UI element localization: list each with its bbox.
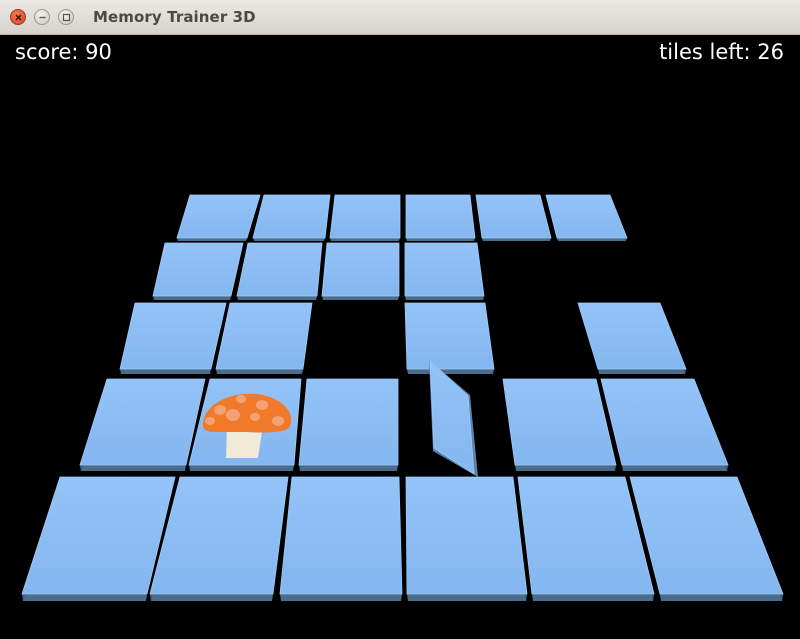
memory-tile[interactable]: [329, 194, 401, 241]
tile-edge: [237, 296, 317, 300]
tile-face: [545, 194, 628, 239]
memory-tile[interactable]: [475, 194, 552, 241]
memory-tile[interactable]: [21, 476, 176, 601]
tile-face: [600, 378, 729, 466]
flipping-tile-face: [429, 360, 475, 475]
tile-edge: [405, 296, 484, 300]
memory-tile[interactable]: [321, 242, 400, 300]
tile-edge: [515, 465, 616, 471]
mushroom-spot: [226, 409, 240, 421]
memory-tile[interactable]: [600, 378, 729, 471]
memory-tile[interactable]: [502, 378, 617, 471]
mushroom-spot: [250, 413, 260, 421]
memory-tile[interactable]: [215, 302, 313, 374]
game-scene[interactable]: [0, 35, 800, 635]
tile-edge: [330, 238, 400, 241]
memory-tile[interactable]: [252, 194, 331, 241]
memory-tile[interactable]: [405, 194, 476, 241]
maximize-icon: [62, 13, 71, 22]
tile-board[interactable]: [0, 35, 800, 635]
memory-tile[interactable]: [152, 242, 244, 300]
mushroom-spot: [205, 417, 215, 425]
tile-edge: [299, 465, 398, 471]
memory-tile[interactable]: [404, 302, 495, 374]
tile-edge: [153, 296, 231, 300]
tile-edge: [407, 594, 527, 601]
tiles-left-label: tiles left: 26: [659, 40, 784, 64]
tile-edge: [120, 369, 211, 374]
tile-face: [176, 194, 261, 239]
minimize-button[interactable]: [34, 9, 50, 25]
close-icon: [15, 14, 22, 21]
tile-face: [577, 302, 687, 370]
memory-tile[interactable]: [577, 302, 687, 374]
minimize-icon: [39, 16, 46, 19]
tile-face: [405, 194, 476, 239]
memory-tile[interactable]: [79, 378, 206, 471]
tile-edge: [22, 594, 147, 601]
memory-tile[interactable]: [298, 378, 399, 471]
tile-face: [502, 378, 617, 466]
tile-edge: [216, 369, 303, 374]
maximize-button[interactable]: [58, 9, 74, 25]
tile-face: [404, 302, 495, 370]
tile-edge: [80, 465, 186, 471]
tile-face: [252, 194, 331, 239]
tile-face: [119, 302, 227, 370]
mushroom-spot: [236, 395, 246, 403]
tile-edge: [557, 238, 627, 241]
tile-face: [79, 378, 206, 466]
score-label: score: 90: [15, 40, 112, 64]
memory-tile[interactable]: [404, 242, 485, 300]
close-button[interactable]: [10, 9, 26, 25]
tile-edge: [598, 369, 686, 374]
tile-face: [329, 194, 401, 239]
tile-edge: [532, 594, 654, 601]
tile-edge: [177, 238, 247, 241]
tile-face: [152, 242, 244, 297]
flipping-tile[interactable]: [429, 360, 478, 477]
tile-edge: [482, 238, 551, 241]
tile-edge: [253, 238, 325, 241]
mushroom-spot: [214, 405, 226, 415]
tile-face: [215, 302, 313, 370]
tile-face: [21, 476, 176, 595]
tile-face: [629, 476, 784, 595]
memory-tile[interactable]: [405, 476, 528, 601]
title-bar[interactable]: Memory Trainer 3D: [0, 0, 800, 35]
tile-edge: [150, 594, 273, 601]
memory-tile[interactable]: [176, 194, 261, 241]
mushroom-spot: [272, 416, 284, 426]
tile-edge: [407, 369, 494, 374]
memory-tile[interactable]: [545, 194, 628, 241]
tile-face: [405, 476, 528, 595]
memory-tile[interactable]: [236, 242, 323, 300]
memory-tile[interactable]: [279, 476, 403, 601]
tile-face: [279, 476, 403, 595]
tile-face: [404, 242, 485, 297]
tile-face: [236, 242, 323, 297]
window-title: Memory Trainer 3D: [93, 8, 256, 26]
tile-face: [475, 194, 552, 239]
tile-edge: [189, 465, 294, 471]
tile-face: [321, 242, 400, 297]
memory-tile[interactable]: [629, 476, 784, 601]
tile-edge: [406, 238, 475, 241]
tile-face: [298, 378, 399, 466]
tile-edge: [622, 465, 728, 471]
tile-edge: [322, 296, 399, 300]
memory-tile[interactable]: [517, 476, 655, 601]
mushroom-spot: [256, 400, 268, 410]
tile-edge: [660, 594, 783, 601]
memory-tile[interactable]: [119, 302, 227, 374]
tile-edge: [280, 594, 402, 601]
tile-face: [517, 476, 655, 595]
